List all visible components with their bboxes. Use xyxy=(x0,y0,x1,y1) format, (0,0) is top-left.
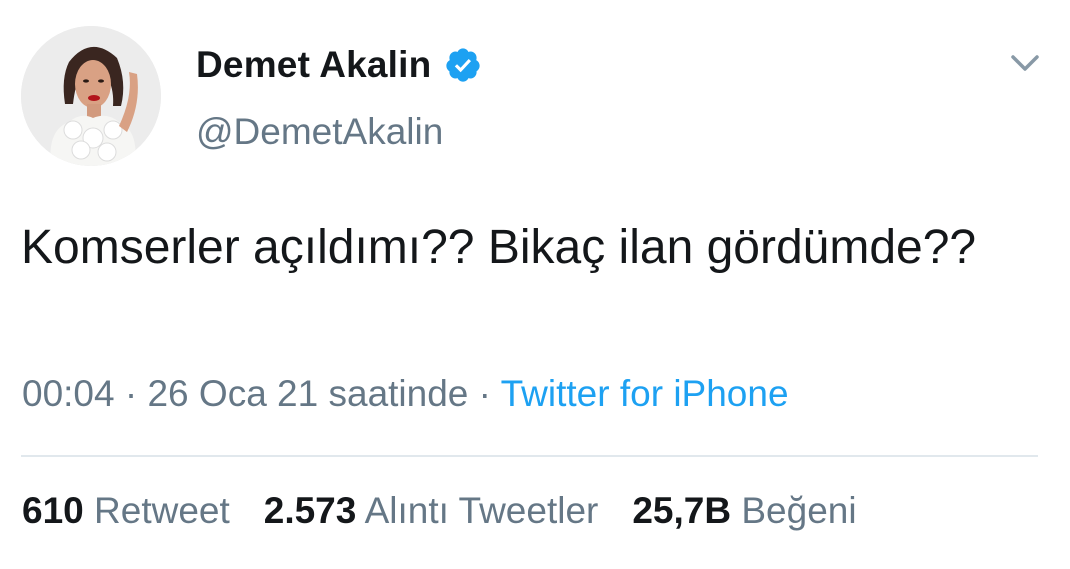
tweet-text: Komserler açıldımı?? Bikaç ilan gördümde… xyxy=(21,221,977,274)
name-row: Demet Akalin xyxy=(196,40,482,90)
display-name[interactable]: Demet Akalin xyxy=(196,44,431,86)
avatar[interactable] xyxy=(21,26,161,166)
tweet-time: 00:04 xyxy=(22,373,115,414)
divider xyxy=(21,455,1038,457)
quote-tweets-count: 2.573 xyxy=(263,490,357,531)
retweets-stat[interactable]: 610 Retweet xyxy=(22,490,230,532)
verified-badge-icon xyxy=(446,48,481,82)
tweet-meta: 00:04 · 26 Oca 21 saatinde · Twitter for… xyxy=(22,373,789,415)
tweet-date: 26 Oca 21 saatinde xyxy=(147,373,469,414)
likes-label: Beğeni xyxy=(741,490,857,531)
retweets-count: 610 xyxy=(22,490,84,531)
meta-separator: · xyxy=(124,373,138,414)
meta-separator-2: · xyxy=(478,373,491,414)
likes-count: 25,7B xyxy=(632,490,732,531)
quote-tweets-label: Alıntı Tweetler xyxy=(364,490,599,531)
user-handle[interactable]: @DemetAkalin xyxy=(196,111,443,153)
tweet-source-link[interactable]: Twitter for iPhone xyxy=(501,373,789,414)
retweets-label: Retweet xyxy=(94,490,230,531)
tweet-stats: 610 Retweet 2.573 Alıntı Tweetler 25,7B … xyxy=(22,490,891,532)
likes-stat[interactable]: 25,7B Beğeni xyxy=(632,490,856,532)
quote-tweets-stat[interactable]: 2.573 Alıntı Tweetler xyxy=(264,490,599,532)
chevron-down-icon[interactable] xyxy=(1005,48,1045,78)
